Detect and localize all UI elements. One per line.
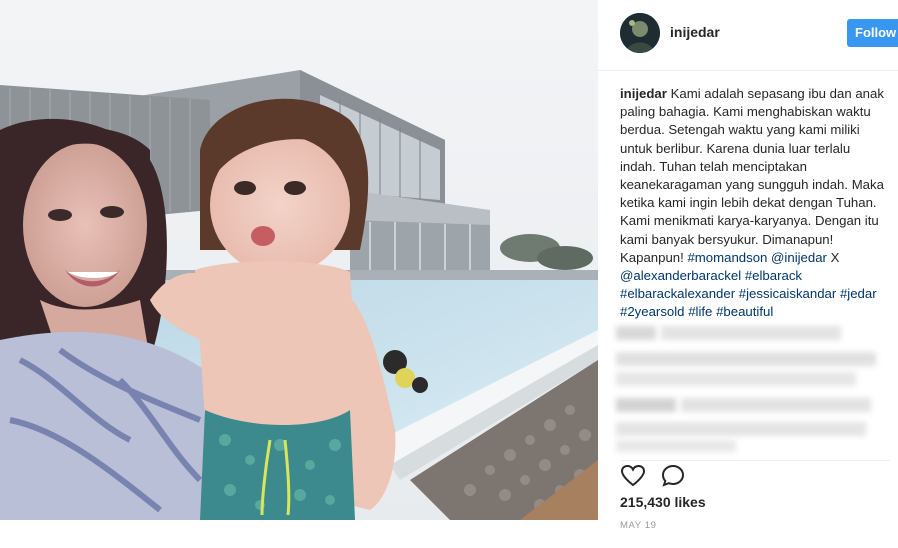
blur-line — [616, 440, 736, 452]
comment-bubble-icon[interactable] — [660, 463, 686, 489]
follow-button[interactable]: Follow — [847, 19, 898, 47]
caption-username[interactable]: inijedar — [620, 86, 667, 101]
avatar[interactable] — [620, 13, 660, 53]
mention-alexanderbarackel[interactable]: @alexanderbarackel — [620, 268, 741, 283]
post-photo[interactable] — [0, 0, 598, 548]
post-actions — [620, 460, 890, 489]
caption-separator: X — [826, 249, 840, 265]
likes-count[interactable]: 215,430 likes — [620, 494, 706, 510]
blur-line — [661, 326, 841, 340]
caption-text: Kami adalah sepasang ibu dan anak paling… — [620, 86, 884, 265]
hashtag-beautiful[interactable]: #beautiful — [716, 304, 773, 319]
blur-line — [681, 398, 871, 412]
hashtag-elbarack[interactable]: #elbarack — [745, 268, 802, 283]
hashtag-jedar[interactable]: #jedar — [840, 286, 877, 301]
hashtag-life[interactable]: #life — [688, 304, 712, 319]
heart-outline-icon[interactable] — [620, 463, 646, 489]
photo-image — [0, 0, 598, 548]
blur-line — [616, 372, 856, 386]
post-header: inijedar Follow — [598, 0, 898, 71]
post-username[interactable]: inijedar — [670, 24, 720, 40]
blur-line — [616, 422, 866, 436]
avatar-image — [620, 13, 660, 53]
mention-inijedar[interactable]: @inijedar — [771, 250, 827, 265]
hashtag-momandson[interactable]: #momandson — [687, 250, 767, 265]
hashtag-2yearsold[interactable]: #2yearsold — [620, 304, 685, 319]
hashtag-jessicaiskandar[interactable]: #jessicaiskandar — [739, 286, 837, 301]
post-date: MAY 19 — [620, 520, 657, 531]
post-caption: inijedar Kami adalah sepasang ibu dan an… — [620, 85, 888, 322]
blur-line — [616, 326, 656, 340]
post-sidebar: inijedar Follow inijedar Kami adalah sep… — [598, 0, 898, 548]
hashtag-elbarackalexander[interactable]: #elbarackalexander — [620, 286, 735, 301]
blur-line — [616, 398, 676, 412]
blurred-comments — [616, 322, 886, 457]
blur-line — [616, 352, 876, 366]
